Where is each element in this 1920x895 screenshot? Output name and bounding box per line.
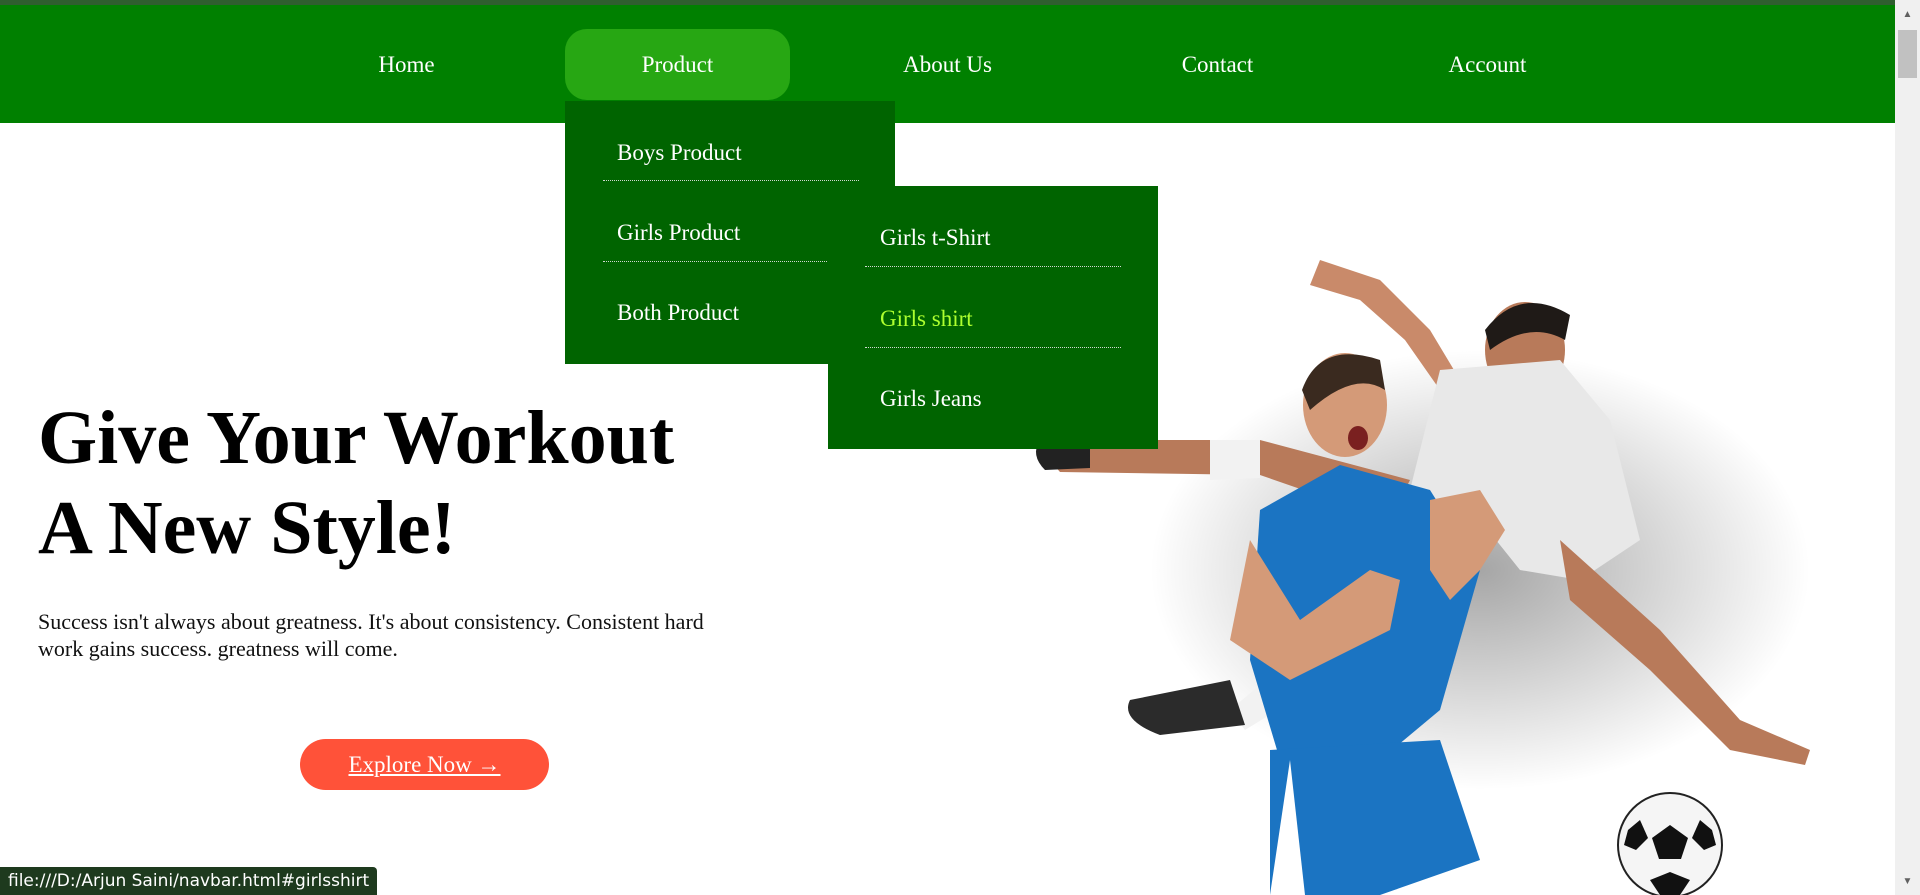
hero-description: Success isn't always about greatness. It…: [38, 609, 704, 661]
scroll-up-arrow-icon[interactable]: ▲: [1895, 6, 1920, 24]
dropdown-item-label: Girls Product: [617, 220, 741, 245]
explore-now-button[interactable]: Explore Now →: [300, 739, 549, 790]
nav-contact[interactable]: Contact: [1105, 29, 1330, 100]
scroll-down-arrow-icon[interactable]: ▼: [1895, 873, 1920, 891]
soccer-ball: [1617, 792, 1723, 895]
nav-home[interactable]: Home: [333, 29, 480, 100]
nav-about-us[interactable]: About Us: [835, 29, 1060, 100]
submenu-item-label: Girls t-Shirt: [880, 225, 991, 250]
submenu-item-girls-tshirt[interactable]: Girls t-Shirt: [828, 216, 1158, 268]
dropdown-item-label: Both Product: [617, 300, 740, 325]
divider: [865, 266, 1121, 267]
submenu-item-label: Girls shirt: [880, 306, 973, 331]
nav-account[interactable]: Account: [1375, 29, 1600, 100]
divider: [603, 261, 829, 262]
submenu-item-label: Girls Jeans: [880, 386, 982, 411]
submenu-item-girls-jeans[interactable]: Girls Jeans: [828, 377, 1158, 429]
status-bar-url: file:///D:/Arjun Saini/navbar.html#girls…: [0, 867, 378, 895]
nav-product[interactable]: Product: [565, 29, 790, 100]
hero-title-line2: A New Style!: [38, 486, 456, 570]
submenu-item-girls-shirt[interactable]: Girls shirt: [828, 297, 1158, 349]
scroll-thumb[interactable]: [1898, 30, 1917, 78]
hero-title: Give Your Workout A New Style!: [38, 393, 838, 573]
vertical-scrollbar[interactable]: ▲ ▼: [1895, 0, 1920, 895]
hero-title-line1: Give Your Workout: [38, 396, 675, 480]
divider: [603, 180, 859, 181]
dropdown-item-boys-product[interactable]: Boys Product: [565, 131, 895, 183]
divider: [865, 347, 1121, 348]
dropdown-item-label: Boys Product: [617, 140, 742, 165]
navbar: Home Product About Us Contact Account: [0, 5, 1895, 123]
girls-product-submenu: Girls t-Shirt Girls shirt Girls Jeans: [828, 186, 1158, 449]
